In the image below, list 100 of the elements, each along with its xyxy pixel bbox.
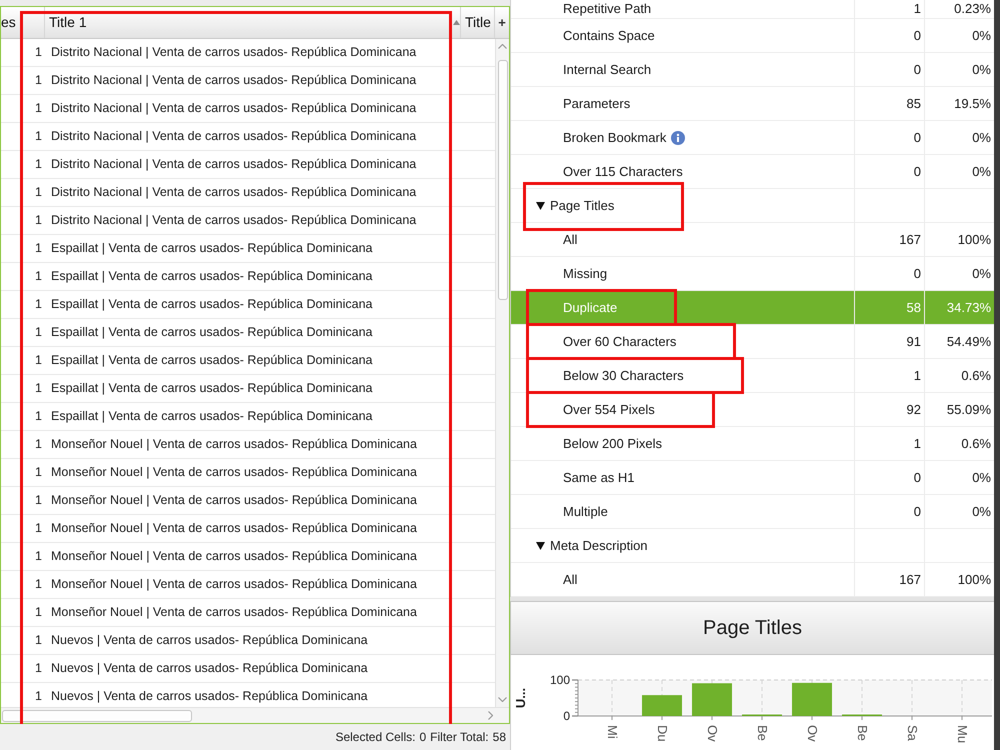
tree-row[interactable]: Over 115 Characters 0 0% bbox=[511, 155, 994, 189]
table-cell-text: Espaillat | Venta de carros usados- República Dominicana bbox=[50, 408, 374, 426]
tree-row[interactable]: Below 200 Pixels 1 0.6% bbox=[511, 427, 994, 461]
scroll-right-icon[interactable] bbox=[488, 711, 493, 720]
column-chooser-button[interactable]: + bbox=[495, 7, 509, 38]
percent-value: 0% bbox=[972, 502, 991, 521]
percent-value: 0% bbox=[972, 26, 991, 45]
table-cell-text: 1 bbox=[34, 352, 43, 370]
status-label: Filter Total: bbox=[430, 729, 489, 746]
table-cell-text: Distrito Nacional | Venta de carros usados- República Dominicana bbox=[50, 100, 418, 118]
table-cell-text: 1 bbox=[34, 296, 43, 314]
count-value: 0 bbox=[914, 502, 921, 521]
info-icon[interactable] bbox=[671, 130, 686, 144]
filter-label: Over 115 Characters bbox=[563, 162, 683, 181]
count-value: 91 bbox=[906, 332, 921, 351]
table-cell-text: Distrito Nacional | Venta de carros usados- República Dominicana bbox=[50, 212, 418, 230]
tree-row[interactable]: Repetitive Path 1 0.23% bbox=[511, 0, 994, 19]
filter-label: Parameters bbox=[563, 94, 630, 113]
scrollbar-thumb[interactable] bbox=[2, 710, 192, 722]
scrollbar-thumb[interactable] bbox=[498, 60, 508, 300]
table-cell-text: 1 bbox=[34, 436, 43, 454]
filter-label: Missing bbox=[563, 264, 608, 283]
table-cell-text: Monseñor Nouel | Venta de carros usados- República Dominicana bbox=[50, 492, 418, 510]
table-cell-text: Distrito Nacional | Venta de carros usados- República Dominicana bbox=[50, 72, 418, 90]
tree-row[interactable]: Multiple 0 0% bbox=[511, 495, 994, 529]
vertical-scrollbar[interactable] bbox=[495, 39, 509, 707]
section-label[interactable]: Page Titles bbox=[550, 196, 614, 216]
table-cell-text: Monseñor Nouel | Venta de carros usados- República Dominicana bbox=[50, 604, 418, 622]
percent-value: 54.49% bbox=[946, 332, 991, 351]
percent-value: 0% bbox=[972, 264, 991, 283]
percent-value: 0.6% bbox=[961, 434, 991, 453]
horizontal-scrollbar[interactable] bbox=[1, 707, 509, 723]
count-value: 85 bbox=[906, 94, 921, 113]
table-cell-text: 1 bbox=[34, 44, 43, 62]
percent-value: 34.73% bbox=[946, 298, 991, 317]
table-cell-text: Monseñor Nouel | Venta de carros usados- República Dominicana bbox=[50, 464, 418, 482]
tree-row[interactable]: Below 30 Characters 1 0.6% bbox=[511, 359, 994, 393]
expanded-triangle-icon[interactable] bbox=[536, 542, 545, 550]
tree-row[interactable]: Over 554 Pixels 92 55.09% bbox=[511, 393, 994, 427]
count-value: 167 bbox=[899, 230, 921, 249]
category-label: Ov bbox=[805, 725, 820, 742]
tree-row[interactable]: Internal Search 0 0% bbox=[511, 53, 994, 87]
chart-title: Page Titles bbox=[510, 601, 994, 655]
category-label: Mu bbox=[955, 725, 970, 744]
status-value: 58 bbox=[492, 729, 506, 746]
tree-row[interactable]: Broken Bookmark 0 0% bbox=[511, 121, 994, 155]
table-cell-text: Monseñor Nouel | Venta de carros usados- República Dominicana bbox=[50, 520, 418, 538]
section-label[interactable]: Meta Description bbox=[550, 536, 648, 556]
table-cell-text: Distrito Nacional | Venta de carros usados- República Dominicana bbox=[50, 184, 418, 202]
count-value: 167 bbox=[899, 570, 921, 589]
scroll-up-icon[interactable] bbox=[498, 44, 507, 49]
tree-row[interactable]: Over 60 Characters 91 54.49% bbox=[511, 325, 994, 359]
expanded-triangle-icon[interactable] bbox=[536, 202, 545, 210]
filter-label: Same as H1 bbox=[563, 468, 635, 487]
tree-row[interactable]: Contains Space 0 0% bbox=[511, 19, 994, 53]
tree-row[interactable]: Parameters 85 19.5% bbox=[511, 87, 994, 121]
status-label: Selected Cells: bbox=[335, 729, 416, 746]
tree-row[interactable]: All 167 100% bbox=[511, 223, 994, 257]
filter-label: Duplicate bbox=[563, 298, 618, 317]
table-cell-text: Nuevos | Venta de carros usados- República Dominicana bbox=[50, 632, 369, 650]
tree-row[interactable]: Missing 0 0% bbox=[511, 257, 994, 291]
scroll-down-icon[interactable] bbox=[498, 697, 507, 702]
percent-value: 19.5% bbox=[954, 94, 991, 113]
filter-label: Below 200 Pixels bbox=[563, 434, 662, 453]
table-cell-text: 1 bbox=[34, 408, 43, 426]
column-header[interactable]: Title bbox=[461, 7, 495, 38]
count-value: 1 bbox=[914, 434, 921, 453]
chart-bar bbox=[792, 682, 832, 716]
table-cell-text: 1 bbox=[34, 688, 43, 706]
count-value: 92 bbox=[906, 400, 921, 419]
table-cell-text: Espaillat | Venta de carros usados- República Dominicana bbox=[50, 240, 374, 258]
percent-value: 55.09% bbox=[946, 400, 991, 419]
tree-row[interactable]: All 167 100% bbox=[511, 563, 994, 597]
table-cell-text: Distrito Nacional | Venta de carros usados- República Dominicana bbox=[50, 128, 418, 146]
category-label: Mi bbox=[605, 725, 620, 739]
axis-tick-label: 0 bbox=[563, 709, 570, 723]
table-cell-text: 1 bbox=[34, 464, 43, 482]
axis-title: U... bbox=[513, 688, 528, 708]
chart-bar bbox=[642, 695, 682, 716]
table-cell-text: 1 bbox=[34, 156, 43, 174]
count-value: 0 bbox=[914, 162, 921, 181]
table-cell-text: Nuevos | Venta de carros usados- República Dominicana bbox=[50, 688, 369, 706]
table-cell-text: Espaillat | Venta de carros usados- República Dominicana bbox=[50, 324, 374, 342]
count-value: 1 bbox=[914, 366, 921, 385]
filter-label: All bbox=[563, 570, 578, 589]
filter-label: Repetitive Path bbox=[563, 0, 652, 18]
table-cell-text: Monseñor Nouel | Venta de carros usados- República Dominicana bbox=[50, 436, 418, 454]
category-label: Ov bbox=[705, 725, 720, 742]
category-label: Sa bbox=[905, 725, 920, 741]
count-value: 0 bbox=[914, 264, 921, 283]
table-cell-text: Monseñor Nouel | Venta de carros usados- República Dominicana bbox=[50, 576, 418, 594]
tree-row[interactable]: Same as H1 0 0% bbox=[511, 461, 994, 495]
table-cell-text: Monseñor Nouel | Venta de carros usados- República Dominicana bbox=[50, 548, 418, 566]
category-label: Be bbox=[755, 725, 770, 741]
table-cell-text: Espaillat | Venta de carros usados- República Dominicana bbox=[50, 296, 374, 314]
count-value: 0 bbox=[914, 128, 921, 147]
column-header[interactable]: es bbox=[1, 7, 45, 38]
table-cell-text: 1 bbox=[34, 72, 43, 90]
table-cell-text: Espaillat | Venta de carros usados- República Dominicana bbox=[50, 268, 374, 286]
percent-value: 0% bbox=[972, 60, 991, 79]
